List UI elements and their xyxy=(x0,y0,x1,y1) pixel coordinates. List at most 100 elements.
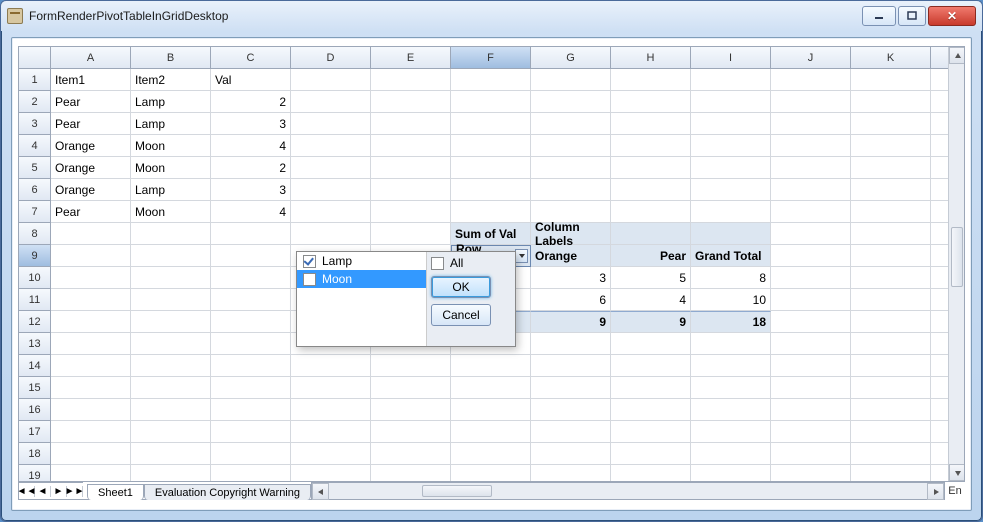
col-header-A[interactable]: A xyxy=(51,47,131,69)
checkbox-icon[interactable] xyxy=(303,273,316,286)
cell[interactable] xyxy=(51,355,131,377)
cell[interactable] xyxy=(691,421,771,443)
nav-first-icon[interactable]: ◄◄ xyxy=(19,486,35,497)
cell[interactable]: Orange xyxy=(51,135,131,157)
cell[interactable]: 4 xyxy=(211,135,291,157)
scroll-right-icon[interactable] xyxy=(927,483,944,500)
cell[interactable]: 5 xyxy=(611,267,691,289)
pivot-cols-title[interactable]: Column Labels xyxy=(531,223,611,245)
cell[interactable] xyxy=(851,69,931,91)
cell[interactable] xyxy=(131,443,211,465)
cell[interactable] xyxy=(611,223,691,245)
row-header-12[interactable]: 12 xyxy=(19,311,51,333)
pivot-col-pear[interactable]: Pear xyxy=(611,245,691,267)
tab-evaluation[interactable]: Evaluation Copyright Warning xyxy=(144,484,311,500)
col-header-F[interactable]: F xyxy=(451,47,531,69)
cell[interactable] xyxy=(51,245,131,267)
cell[interactable] xyxy=(131,311,211,333)
cell[interactable] xyxy=(531,69,611,91)
filter-item-lamp[interactable]: Lamp xyxy=(297,252,426,270)
cell[interactable] xyxy=(851,179,931,201)
cell[interactable] xyxy=(211,355,291,377)
cell[interactable]: Lamp xyxy=(131,179,211,201)
row-header-15[interactable]: 15 xyxy=(19,377,51,399)
cell[interactable] xyxy=(691,333,771,355)
cell[interactable] xyxy=(371,465,451,482)
cell[interactable]: Moon xyxy=(131,135,211,157)
col-header-D[interactable]: D xyxy=(291,47,371,69)
cell[interactable] xyxy=(691,69,771,91)
cell[interactable] xyxy=(771,333,851,355)
cell[interactable] xyxy=(771,113,851,135)
cell[interactable] xyxy=(291,421,371,443)
cell[interactable] xyxy=(371,443,451,465)
cell[interactable] xyxy=(611,465,691,482)
cell[interactable]: Moon xyxy=(131,201,211,223)
filter-item-moon[interactable]: Moon xyxy=(297,270,426,288)
cell[interactable] xyxy=(771,377,851,399)
horizontal-scrollbar[interactable] xyxy=(311,482,945,500)
cell[interactable]: Orange xyxy=(51,179,131,201)
col-header-I[interactable]: I xyxy=(691,47,771,69)
cell[interactable]: 9 xyxy=(611,311,691,333)
select-all-corner[interactable] xyxy=(19,47,51,69)
cell[interactable] xyxy=(611,91,691,113)
pivot-col-orange[interactable]: Orange xyxy=(531,245,611,267)
cell[interactable] xyxy=(851,355,931,377)
cell[interactable] xyxy=(451,135,531,157)
cell[interactable] xyxy=(851,157,931,179)
row-header-14[interactable]: 14 xyxy=(19,355,51,377)
cell[interactable] xyxy=(451,465,531,482)
scroll-left-icon[interactable] xyxy=(312,483,329,500)
cell[interactable] xyxy=(451,355,531,377)
row-header-7[interactable]: 7 xyxy=(19,201,51,223)
cell[interactable]: 6 xyxy=(531,289,611,311)
sheet-tabs[interactable]: Sheet1 Evaluation Copyright Warning xyxy=(83,482,311,500)
cell[interactable] xyxy=(851,135,931,157)
cell[interactable] xyxy=(851,223,931,245)
cell[interactable] xyxy=(851,311,931,333)
cell[interactable] xyxy=(691,443,771,465)
cell[interactable]: 3 xyxy=(211,113,291,135)
cell[interactable] xyxy=(51,267,131,289)
cell[interactable] xyxy=(211,443,291,465)
cell[interactable] xyxy=(51,333,131,355)
cell[interactable] xyxy=(291,157,371,179)
cell[interactable] xyxy=(531,443,611,465)
cell[interactable]: Item2 xyxy=(131,69,211,91)
cell[interactable] xyxy=(531,399,611,421)
cell[interactable] xyxy=(371,179,451,201)
cell[interactable] xyxy=(771,135,851,157)
cell[interactable] xyxy=(51,399,131,421)
cell[interactable] xyxy=(211,399,291,421)
cell[interactable] xyxy=(771,421,851,443)
cell[interactable] xyxy=(371,113,451,135)
cell[interactable] xyxy=(691,465,771,482)
cell[interactable] xyxy=(531,465,611,482)
cell[interactable] xyxy=(851,333,931,355)
cell[interactable] xyxy=(771,267,851,289)
cell[interactable] xyxy=(691,201,771,223)
cell[interactable] xyxy=(531,157,611,179)
cell[interactable] xyxy=(851,201,931,223)
row-header-5[interactable]: 5 xyxy=(19,157,51,179)
cell[interactable]: 4 xyxy=(611,289,691,311)
cell[interactable] xyxy=(531,91,611,113)
cell[interactable] xyxy=(451,69,531,91)
row-header-8[interactable]: 8 xyxy=(19,223,51,245)
filter-list[interactable]: Lamp Moon xyxy=(297,252,427,346)
row-header-3[interactable]: 3 xyxy=(19,113,51,135)
cell[interactable]: 2 xyxy=(211,157,291,179)
cell[interactable] xyxy=(771,157,851,179)
cell[interactable] xyxy=(291,377,371,399)
cell[interactable] xyxy=(851,267,931,289)
cell[interactable]: 3 xyxy=(531,267,611,289)
cell[interactable] xyxy=(291,179,371,201)
row-header-2[interactable]: 2 xyxy=(19,91,51,113)
cell[interactable] xyxy=(851,421,931,443)
vertical-scrollbar[interactable] xyxy=(948,47,965,481)
row-header-9[interactable]: 9 xyxy=(19,245,51,267)
checkbox-all-icon[interactable] xyxy=(431,257,444,270)
titlebar[interactable]: FormRenderPivotTableInGridDesktop ✕ xyxy=(1,1,982,31)
cell[interactable] xyxy=(131,289,211,311)
